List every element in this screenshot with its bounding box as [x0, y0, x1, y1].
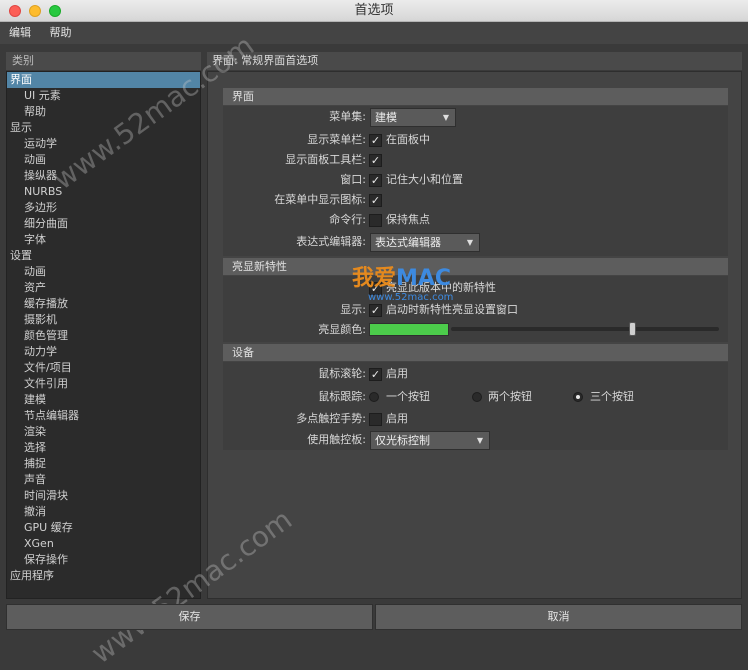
- tree-item[interactable]: 时间滑块: [7, 488, 200, 504]
- show-panel-toolbar-label: 显示面板工具栏:: [285, 153, 366, 166]
- tree-item[interactable]: 文件/项目: [7, 360, 200, 376]
- radio-three-buttons-label: 三个按钮: [590, 390, 634, 403]
- tree-item[interactable]: 颜色管理: [7, 328, 200, 344]
- radio-one-button[interactable]: [369, 392, 379, 402]
- highlight-color-swatch[interactable]: [369, 323, 449, 336]
- tree-item[interactable]: 选择: [7, 440, 200, 456]
- watermark-logo-mac: MAC: [396, 266, 452, 291]
- tree-category[interactable]: 应用程序: [7, 568, 200, 584]
- show-menubar-option: 在面板中: [386, 133, 430, 146]
- mouse-tracking-label: 鼠标跟踪:: [318, 390, 366, 403]
- tree-item[interactable]: 帮助: [7, 104, 200, 120]
- tree-item[interactable]: XGen: [7, 536, 200, 552]
- minimize-window-button[interactable]: [29, 5, 41, 17]
- command-line-label: 命令行:: [329, 213, 366, 226]
- tree-item[interactable]: 声音: [7, 472, 200, 488]
- tree-category[interactable]: 设置: [7, 248, 200, 264]
- tree-item[interactable]: 字体: [7, 232, 200, 248]
- command-line-checkbox[interactable]: [369, 214, 382, 227]
- tree-category[interactable]: 界面: [7, 72, 200, 88]
- tree-item[interactable]: 保存操作: [7, 552, 200, 568]
- category-tree[interactable]: 界面 UI 元素 帮助 显示 运动学 动画 操纵器 NURBS 多边形 细分曲面 字体 设置 动画 资产缓…: [6, 71, 201, 599]
- watermark-logo: 我爱MAC: [352, 260, 451, 292]
- tree-item[interactable]: 渲染: [7, 424, 200, 440]
- tree-item[interactable]: 资产: [7, 280, 200, 296]
- radio-two-buttons-label: 两个按钮: [488, 390, 532, 403]
- tree-item[interactable]: 节点编辑器: [7, 408, 200, 424]
- touchpad-dropdown[interactable]: 仅光标控制 ▼: [370, 431, 490, 450]
- multitouch-option: 启用: [386, 412, 408, 425]
- radio-one-button-label: 一个按钮: [386, 390, 430, 403]
- show-menubar-label: 显示菜单栏:: [307, 133, 366, 146]
- cancel-button[interactable]: 取消: [375, 604, 742, 630]
- radio-three-buttons[interactable]: [573, 392, 583, 402]
- tree-item[interactable]: GPU 缓存: [7, 520, 200, 536]
- chevron-down-icon: ▼: [466, 238, 474, 247]
- menubar: 编辑 帮助: [0, 22, 748, 44]
- window-label: 窗口:: [340, 173, 366, 186]
- command-line-option: 保持焦点: [386, 213, 430, 226]
- window-title: 首选项: [354, 3, 394, 18]
- tree-category[interactable]: 显示: [7, 120, 200, 136]
- tree-item[interactable]: 建模: [7, 392, 200, 408]
- show-panel-toolbar-checkbox[interactable]: ✓: [369, 154, 382, 167]
- slider-handle[interactable]: [629, 322, 636, 336]
- tree-item[interactable]: 撤消: [7, 504, 200, 520]
- mouse-scroll-checkbox[interactable]: ✓: [369, 368, 382, 381]
- tree-item[interactable]: NURBS: [7, 184, 200, 200]
- expression-editor-label: 表达式编辑器:: [296, 235, 366, 248]
- preferences-panel: 界面 菜单集: 建模 ▼ 显示菜单栏: ✓ 在面板中 显示面板工具栏: ✓ 窗口…: [207, 71, 742, 599]
- highlight-color-label: 亮显颜色:: [318, 323, 366, 336]
- tree-item[interactable]: 细分曲面: [7, 216, 200, 232]
- tree-item[interactable]: 动画: [7, 152, 200, 168]
- zoom-window-button[interactable]: [49, 5, 61, 17]
- show-menubar-checkbox[interactable]: ✓: [369, 134, 382, 147]
- menu-set-value: 建模: [375, 111, 397, 124]
- tree-item[interactable]: UI 元素: [7, 88, 200, 104]
- tree-item[interactable]: 缓存播放: [7, 296, 200, 312]
- window-remember-checkbox[interactable]: ✓: [369, 174, 382, 187]
- show-icons-label: 在菜单中显示图标:: [274, 193, 366, 206]
- section-device-header[interactable]: 设备: [223, 344, 728, 361]
- tree-item[interactable]: 动力学: [7, 344, 200, 360]
- menu-set-label: 菜单集:: [329, 110, 366, 123]
- tree-item[interactable]: 捕捉: [7, 456, 200, 472]
- multitouch-label: 多点触控手势:: [296, 412, 366, 425]
- chevron-down-icon: ▼: [442, 113, 450, 122]
- section-interface-header[interactable]: 界面: [223, 88, 728, 105]
- expression-editor-value: 表达式编辑器: [375, 236, 441, 249]
- chevron-down-icon: ▼: [476, 436, 484, 445]
- display-checkbox[interactable]: ✓: [369, 304, 382, 317]
- save-button[interactable]: 保存: [6, 604, 373, 630]
- menu-help[interactable]: 帮助: [50, 26, 72, 39]
- tree-item[interactable]: 运动学: [7, 136, 200, 152]
- tree-item[interactable]: 文件引用: [7, 376, 200, 392]
- mouse-scroll-option: 启用: [386, 367, 408, 380]
- window-remember-option: 记住大小和位置: [386, 173, 463, 186]
- section-highlight-header[interactable]: 亮显新特性: [223, 258, 728, 275]
- display-label: 显示:: [340, 303, 366, 316]
- close-window-button[interactable]: [9, 5, 21, 17]
- show-icons-checkbox[interactable]: ✓: [369, 194, 382, 207]
- display-option: 启动时新特性亮显设置窗口: [386, 303, 518, 316]
- menu-edit[interactable]: 编辑: [9, 26, 31, 39]
- menu-set-dropdown[interactable]: 建模 ▼: [370, 108, 456, 127]
- window-titlebar: 首选项: [0, 0, 748, 22]
- page-title: 界面: 常规界面首选项: [207, 52, 742, 70]
- mouse-scroll-label: 鼠标滚轮:: [318, 367, 366, 380]
- highlight-color-slider[interactable]: [451, 327, 719, 331]
- multitouch-checkbox[interactable]: [369, 413, 382, 426]
- touchpad-label: 使用触控板:: [307, 433, 366, 446]
- touchpad-value: 仅光标控制: [375, 434, 430, 447]
- expression-editor-dropdown[interactable]: 表达式编辑器 ▼: [370, 233, 480, 252]
- tree-item[interactable]: 操纵器: [7, 168, 200, 184]
- tree-item[interactable]: 摄影机: [7, 312, 200, 328]
- radio-two-buttons[interactable]: [472, 392, 482, 402]
- tree-item[interactable]: 多边形: [7, 200, 200, 216]
- watermark-logo-cn: 我爱: [352, 266, 397, 291]
- tree-item[interactable]: 动画: [7, 264, 200, 280]
- watermark-logo-url: www.52mac.com: [368, 292, 454, 303]
- category-header: 类别: [6, 52, 201, 70]
